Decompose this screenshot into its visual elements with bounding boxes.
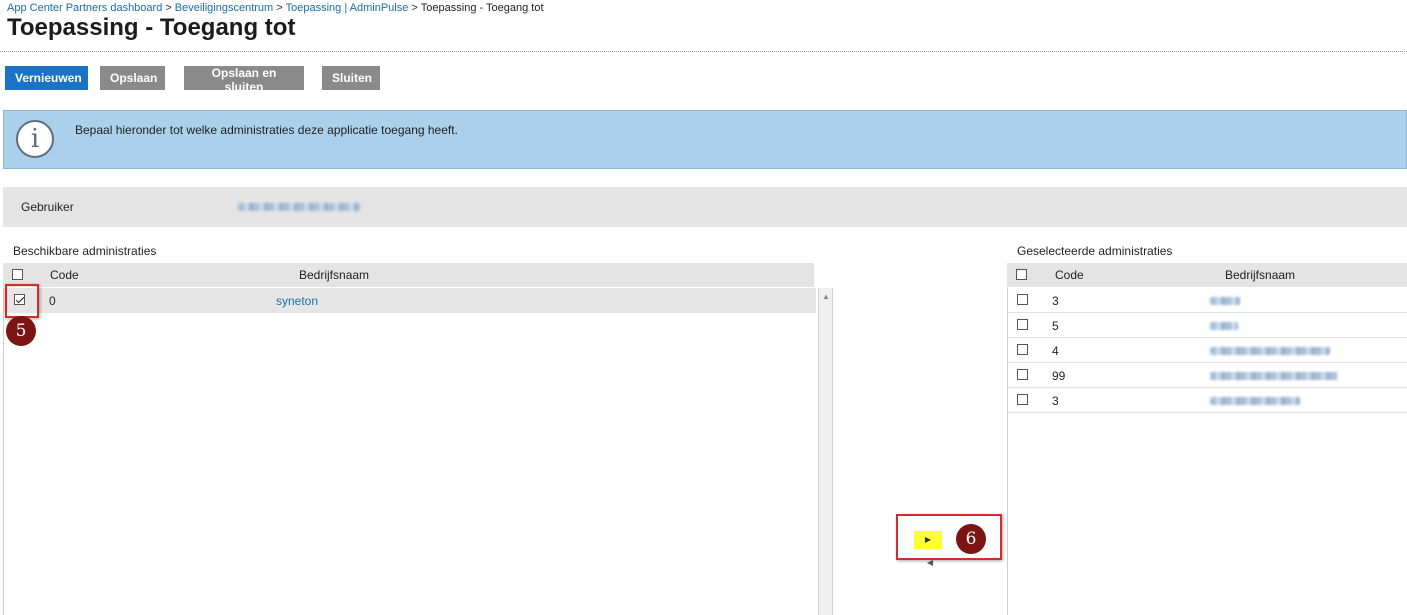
step-6-highlight [896,514,1002,560]
info-text: Bepaal hieronder tot welke administratie… [75,123,458,137]
info-icon: i [16,120,54,158]
info-banner: i Bepaal hieronder tot welke administrat… [3,110,1407,169]
step-6-marker: 6 [956,524,986,554]
save-button[interactable]: Opslaan [100,66,165,90]
user-bar: Gebruiker [3,187,1407,227]
available-col-name: Bedrijfsnaam [299,268,370,282]
available-select-all-checkbox[interactable] [12,269,23,280]
scroll-up-icon[interactable]: ▲ [822,292,830,301]
move-right-button[interactable]: ▶ [914,531,942,549]
row-checkbox[interactable] [1017,394,1028,405]
refresh-button[interactable]: Vernieuwen [5,66,88,90]
step-5-marker: 5 [6,316,36,346]
user-value-redacted [238,203,360,211]
selected-select-all-checkbox[interactable] [1016,269,1027,280]
selected-title: Geselecteerde administraties [1017,244,1173,258]
available-grid-header: Code Bedrijfsnaam [3,263,814,287]
breadcrumb-link-security[interactable]: Beveiligingscentrum [175,2,273,14]
row-company-name[interactable]: syneton [276,294,318,308]
selected-grid-header: Code Bedrijfsnaam [1007,263,1407,287]
row-company-name-redacted [1210,397,1300,405]
row-checkbox[interactable] [1017,319,1028,330]
row-code: 99 [1052,369,1066,383]
breadcrumb-separator: > [165,2,172,14]
selected-col-name: Bedrijfsnaam [1225,268,1296,282]
breadcrumb-current: Toepassing - Toegang tot [420,2,544,14]
close-button[interactable]: Sluiten [322,66,380,90]
breadcrumb-link-application[interactable]: Toepassing | AdminPulse [286,2,409,14]
row-company-name-redacted [1210,297,1240,305]
user-label: Gebruiker [21,200,74,214]
row-code: 3 [1052,294,1059,308]
table-row[interactable]: 3 [1008,388,1407,413]
breadcrumb-separator: > [276,2,283,14]
available-scrollbar[interactable]: ▲ [818,288,833,615]
step-5-highlight [5,284,39,318]
row-company-name-redacted [1210,322,1238,330]
available-grid: 0 syneton ▲ [3,288,833,615]
table-row[interactable]: 99 [1008,363,1407,388]
breadcrumb-link-dashboard[interactable]: App Center Partners dashboard [7,2,162,14]
breadcrumb: App Center Partners dashboard > Beveiligin… [7,2,544,14]
row-code: 3 [1052,394,1059,408]
selected-grid: 3 5 4 99 3 [1007,288,1407,615]
row-code: 5 [1052,319,1059,333]
table-row[interactable]: 4 [1008,338,1407,363]
move-left-button[interactable]: ◀ [924,557,936,569]
table-row[interactable]: 3 [1008,288,1407,313]
available-title: Beschikbare administraties [13,244,157,258]
breadcrumb-separator: > [411,2,418,14]
row-checkbox[interactable] [1017,294,1028,305]
title-divider [0,51,1407,52]
row-company-name-redacted [1210,347,1330,355]
row-checkbox[interactable] [1017,344,1028,355]
row-code: 4 [1052,344,1059,358]
table-row[interactable]: 5 [1008,313,1407,338]
row-checkbox[interactable] [1017,369,1028,380]
selected-col-code: Code [1055,268,1084,282]
row-code: 0 [49,294,56,308]
table-row[interactable]: 0 syneton [4,288,816,313]
available-col-code: Code [50,268,79,282]
save-and-close-button[interactable]: Opslaan en sluiten [184,66,304,94]
page-title: Toepassing - Toegang tot [7,14,296,41]
row-company-name-redacted [1210,372,1338,380]
